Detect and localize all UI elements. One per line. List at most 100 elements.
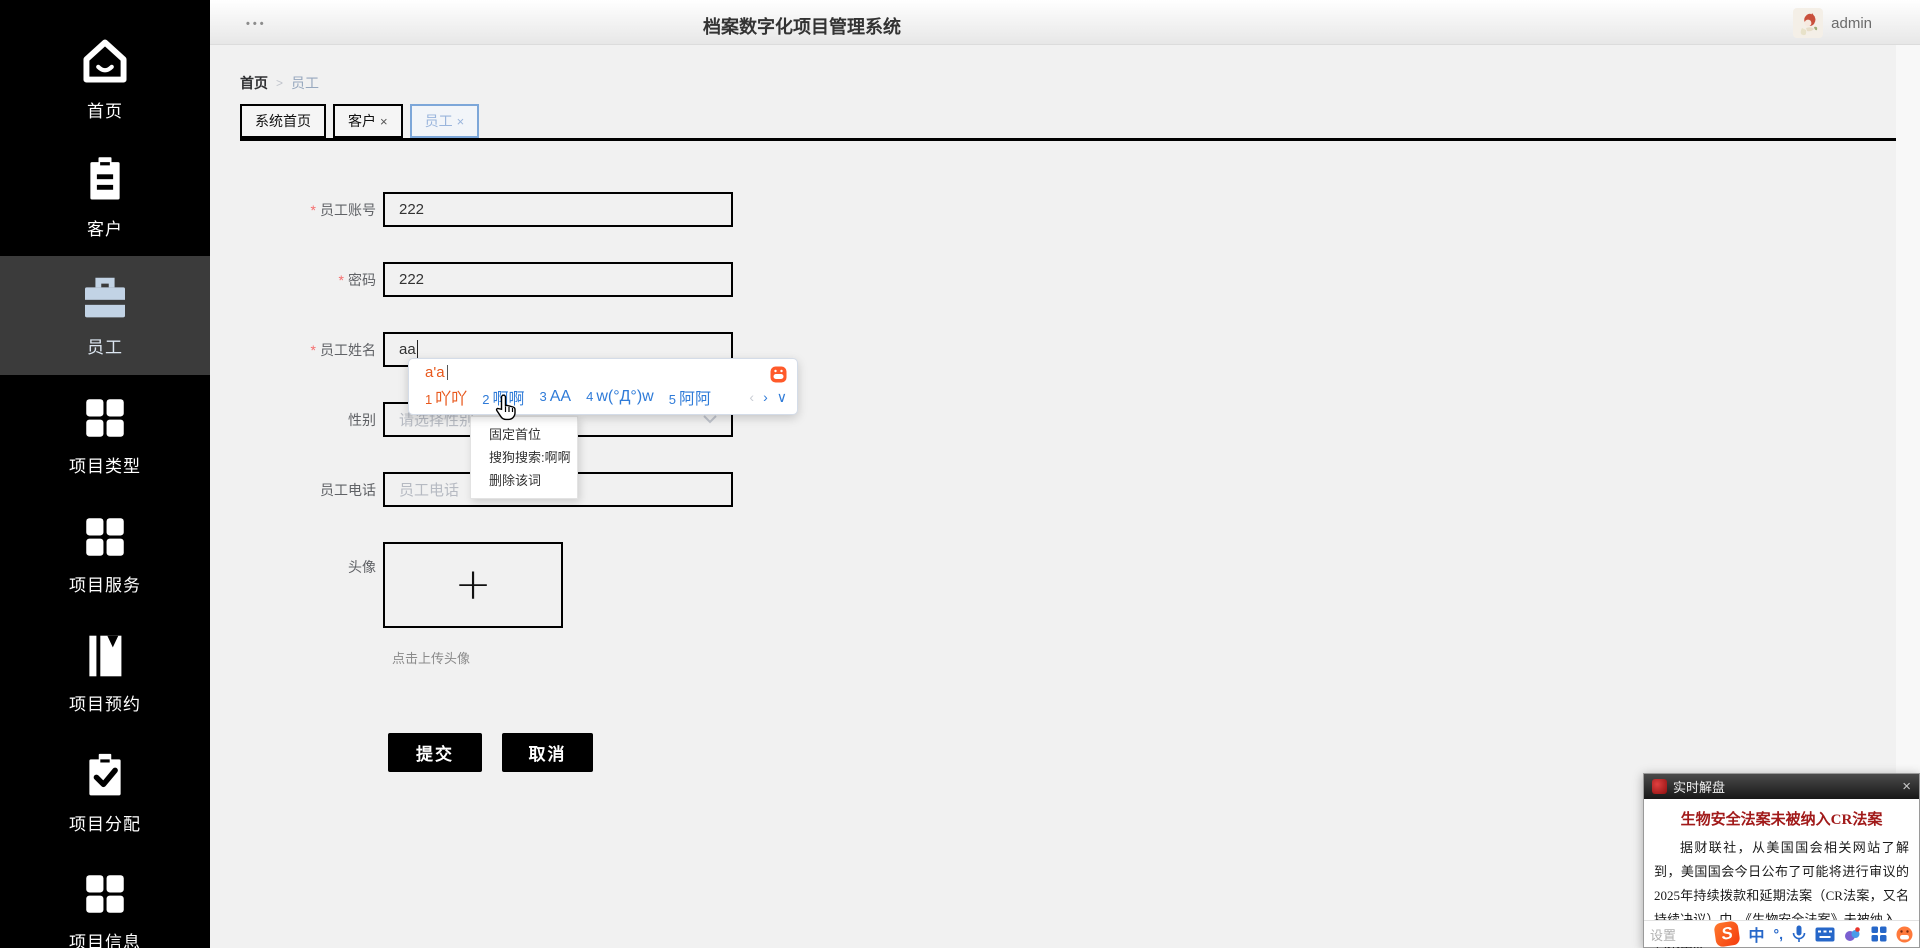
keyboard-icon[interactable] — [1815, 927, 1835, 942]
employee-account-input[interactable]: 222 — [383, 192, 733, 227]
ime-candidate-list: 1 吖吖 2 啊啊 3 AA 4 w(°Д°)w 5 阿阿 ‹ › ∨ — [425, 385, 787, 409]
field-label: * 员工姓名 — [310, 341, 376, 358]
breadcrumb-home[interactable]: 首页 — [240, 73, 268, 93]
avatar-image — [1793, 8, 1824, 38]
emoji-face-icon[interactable] — [1896, 926, 1913, 943]
field-label: 性别 — [348, 411, 376, 428]
sidebar-item-label: 项目服务 — [69, 575, 141, 595]
sidebar-item-employees[interactable]: 员工 — [0, 256, 210, 375]
field-label: * 密码 — [338, 271, 376, 288]
ime-candidate-window: a'a 1 吖吖 2 啊啊 3 AA 4 w(°Д°)w 5 阿阿 ‹ › ∨ — [408, 358, 798, 415]
toolbox-grid-icon[interactable] — [1871, 926, 1887, 942]
avatar[interactable] — [1793, 8, 1824, 38]
news-title[interactable]: 生物安全法案未被纳入CR法案 — [1644, 808, 1919, 829]
customer-clipboard-icon — [90, 156, 120, 199]
field-label: 头像 — [348, 559, 376, 575]
cancel-button[interactable]: 取消 — [502, 733, 593, 772]
sidebar-item-label: 客户 — [87, 219, 123, 239]
tab-employees[interactable]: 员工 × — [409, 104, 480, 138]
menu-item-pin-first[interactable]: 固定首位 — [471, 423, 577, 446]
skin-icon[interactable] — [1844, 926, 1862, 943]
avatar-upload-box[interactable]: + — [383, 542, 563, 628]
breadcrumb-separator: > — [276, 76, 284, 90]
tabbar-underline — [240, 138, 1896, 141]
ime-composition: a'a — [425, 364, 787, 381]
tab-label: 员工 — [424, 113, 453, 129]
sidebar-item-label: 项目预约 — [69, 694, 141, 714]
page-prev-icon[interactable]: ‹ — [749, 389, 754, 405]
sidebar-item-label: 首页 — [87, 101, 123, 121]
news-logo-icon — [1652, 779, 1667, 794]
submit-button[interactable]: 提交 — [388, 733, 482, 772]
sidebar-item-label: 员工 — [87, 337, 123, 357]
password-input[interactable]: 222 — [383, 262, 733, 297]
clipboard-check-icon — [89, 753, 121, 795]
home-icon — [83, 38, 127, 83]
tab-bar: 系统首页 客户 × 员工 × — [240, 104, 480, 138]
input-value: aa — [399, 341, 416, 358]
username: admin — [1831, 14, 1872, 32]
sidebar-item-label: 项目信息 — [69, 932, 141, 948]
form-row-avatar: 头像 + — [233, 542, 563, 628]
chevron-down-icon — [703, 415, 717, 424]
ime-candidate[interactable]: 3 AA — [540, 388, 572, 406]
page-title: 档案数字化项目管理系统 — [703, 17, 901, 37]
punctuation-mode-icon[interactable]: °, — [1774, 926, 1784, 942]
sidebar-item-customers[interactable]: 客户 — [0, 137, 210, 256]
employee-briefcase-icon — [85, 277, 125, 317]
menu-item-sogou-search[interactable]: 搜狗搜索:啊啊 — [471, 446, 577, 469]
grid-icon — [86, 517, 124, 556]
sidebar-item-label: 项目类型 — [69, 456, 141, 476]
required-mark: * — [338, 271, 344, 288]
plus-icon: + — [454, 559, 492, 610]
form-row-password: * 密码 222 — [233, 262, 733, 297]
form-row-account: * 员工账号 222 — [233, 192, 733, 227]
sidebar-item-project-assignment[interactable]: 项目分配 — [0, 732, 210, 851]
top-header: ••• 档案数字化项目管理系统 admin — [210, 0, 1920, 45]
close-icon[interactable]: × — [457, 114, 465, 129]
text-caret — [416, 340, 418, 359]
language-mode-icon[interactable]: 中 — [1748, 922, 1764, 946]
sidebar-item-project-booking[interactable]: 项目预约 — [0, 613, 210, 732]
emoji-icon[interactable] — [770, 366, 787, 388]
tab-label: 系统首页 — [255, 113, 311, 129]
required-mark: * — [310, 341, 316, 358]
page-next-icon[interactable]: › — [763, 389, 768, 405]
required-mark: * — [310, 201, 316, 218]
sidebar-item-project-types[interactable]: 项目类型 — [0, 375, 210, 494]
ime-candidate[interactable]: 1 吖吖 — [425, 385, 467, 409]
field-label: 员工电话 — [320, 481, 376, 498]
sogou-logo-icon[interactable]: S — [1713, 920, 1742, 948]
input-value: 222 — [399, 201, 425, 218]
upload-hint: 点击上传头像 — [392, 651, 471, 666]
book-icon — [89, 635, 122, 676]
user-menu[interactable]: admin — [1793, 8, 1872, 38]
sidebar: 首页 客户 员工 项目类型 项目服务 项目预约 项目分配 项目信息 — [0, 0, 210, 948]
menu-item-delete-word[interactable]: 删除该词 — [471, 469, 577, 492]
close-icon[interactable]: × — [380, 114, 388, 129]
expand-icon[interactable]: ∨ — [777, 389, 787, 406]
window-menu-dots[interactable]: ••• — [246, 18, 267, 30]
close-icon[interactable]: × — [1902, 779, 1911, 794]
sidebar-item-project-info[interactable]: 项目信息 — [0, 851, 210, 948]
breadcrumb-current: 员工 — [291, 75, 320, 91]
ime-paging: ‹ › ∨ — [749, 389, 787, 406]
input-value: 222 — [399, 271, 425, 288]
news-popup-header[interactable]: 实时解盘 × — [1644, 774, 1919, 799]
sidebar-item-label: 项目分配 — [69, 814, 141, 834]
field-label: * 员工账号 — [310, 201, 376, 218]
news-header-title: 实时解盘 — [1673, 780, 1726, 795]
sidebar-item-home[interactable]: 首页 — [0, 18, 210, 137]
ime-caret — [446, 365, 448, 380]
news-popup: 实时解盘 × 生物安全法案未被纳入CR法案 据财联社，从美国国会相关网站了解到，… — [1643, 773, 1920, 948]
microphone-icon[interactable] — [1792, 925, 1806, 943]
ime-candidate[interactable]: 4 w(°Д°)w — [586, 388, 654, 406]
ime-candidate[interactable]: 5 阿阿 — [669, 385, 711, 409]
settings-link[interactable]: 设置 — [1650, 925, 1676, 944]
breadcrumb: 首页 > 员工 — [240, 73, 319, 93]
sidebar-item-project-services[interactable]: 项目服务 — [0, 494, 210, 613]
ime-context-menu: 固定首位 搜狗搜索:啊啊 删除该词 — [470, 416, 578, 499]
tab-system-home[interactable]: 系统首页 — [240, 104, 326, 138]
tab-customers[interactable]: 客户 × — [333, 104, 403, 138]
input-placeholder: 员工电话 — [399, 482, 460, 499]
